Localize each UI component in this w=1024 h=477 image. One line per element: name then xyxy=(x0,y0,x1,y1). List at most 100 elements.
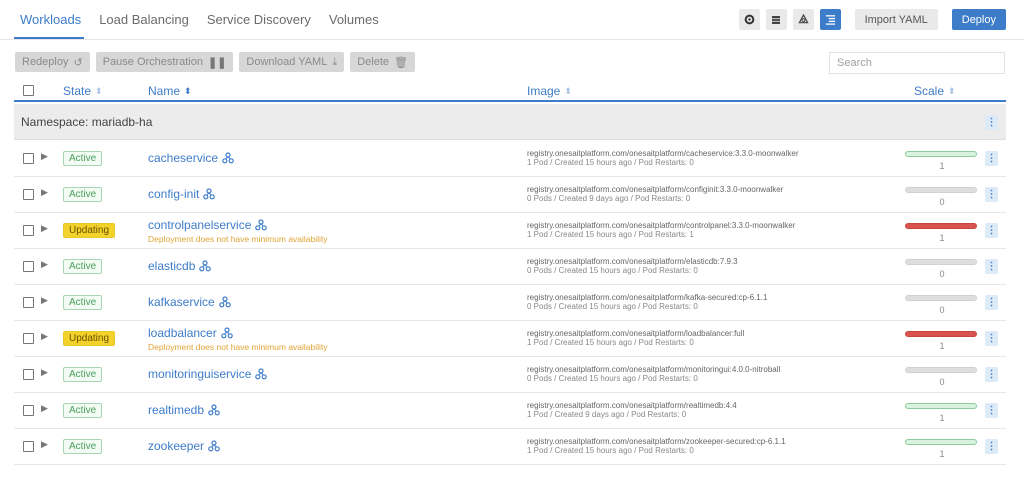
row-checkbox[interactable] xyxy=(23,369,34,380)
table-row: ▶ Active cacheservice registry.onesaitplatf… xyxy=(14,141,1006,177)
status-badge: Active xyxy=(63,439,103,454)
scale-bar xyxy=(905,259,977,265)
row-checkbox[interactable] xyxy=(23,261,34,272)
expand-row-icon[interactable]: ▶ xyxy=(41,439,48,450)
kebab-menu-icon[interactable]: ⋮ xyxy=(985,259,998,274)
status-badge: Updating xyxy=(63,223,116,238)
table-header: State ⬍ Name ⬍ Image ⬍ Scale ⬍ xyxy=(14,80,1006,102)
image-cell: registry.onesaitplatform.com/onesaitplat… xyxy=(527,401,737,419)
node-icon[interactable] xyxy=(792,9,814,30)
column-header-scale[interactable]: Scale ⬍ xyxy=(914,84,956,98)
grouped-list-icon[interactable] xyxy=(819,9,841,30)
download-yaml-button[interactable]: Download YAML ⤓ xyxy=(239,52,345,72)
search-input[interactable] xyxy=(829,52,1005,74)
image-cell: registry.onesaitplatform.com/onesaitplat… xyxy=(527,437,786,455)
kebab-menu-icon[interactable]: ⋮ xyxy=(985,295,998,310)
scale-count: 0 xyxy=(939,377,945,387)
gear-icon[interactable] xyxy=(738,9,760,30)
table-row: ▶ Active zookeeper registry.onesaitplatform… xyxy=(14,429,1006,465)
redeploy-button[interactable]: Redeploy ↺ xyxy=(15,52,90,72)
scale-bar xyxy=(905,403,977,409)
workload-name-link[interactable]: realtimedb xyxy=(148,403,220,417)
row-checkbox[interactable] xyxy=(23,297,34,308)
image-cell: registry.onesaitplatform.com/onesaitplat… xyxy=(527,221,795,239)
column-header-image[interactable]: Image ⬍ xyxy=(527,84,572,98)
tab-list: Workloads Load Balancing Service Discove… xyxy=(20,12,379,27)
table-row: ▶ Active realtimedb registry.onesaitplatfor… xyxy=(14,393,1006,429)
expand-row-icon[interactable]: ▶ xyxy=(41,331,48,342)
status-badge: Active xyxy=(63,403,103,418)
workload-icon xyxy=(208,440,220,452)
image-cell: registry.onesaitplatform.com/onesaitplat… xyxy=(527,293,767,311)
scale-count: 1 xyxy=(939,233,945,243)
pause-icon: ❚❚ xyxy=(207,56,227,69)
tab-volumes[interactable]: Volumes xyxy=(329,12,379,27)
column-header-name[interactable]: Name ⬍ xyxy=(148,84,192,98)
workload-name-link[interactable]: controlpanelservice xyxy=(148,218,268,232)
sort-descending-icon: ⬍ xyxy=(184,85,192,96)
workload-name-link[interactable]: zookeeper xyxy=(148,439,220,453)
expand-row-icon[interactable]: ▶ xyxy=(41,187,48,198)
image-name: registry.onesaitplatform.com/onesaitplat… xyxy=(527,185,784,194)
kebab-menu-icon[interactable]: ⋮ xyxy=(985,223,998,238)
workload-name: elasticdb xyxy=(148,259,196,273)
import-yaml-button[interactable]: Import YAML xyxy=(854,9,938,30)
workload-name-link[interactable]: elasticdb xyxy=(148,259,212,273)
image-name: registry.onesaitplatform.com/onesaitplat… xyxy=(527,401,737,410)
expand-row-icon[interactable]: ▶ xyxy=(41,259,48,270)
workload-name: realtimedb xyxy=(148,403,205,417)
pause-label: Pause Orchestration xyxy=(102,56,203,68)
row-checkbox[interactable] xyxy=(23,153,34,164)
workload-icon xyxy=(218,296,231,308)
workload-icon xyxy=(220,327,233,339)
expand-row-icon[interactable]: ▶ xyxy=(41,295,48,306)
workload-name-link[interactable]: loadbalancer xyxy=(148,326,233,340)
workload-name: cacheservice xyxy=(148,151,219,165)
row-checkbox[interactable] xyxy=(23,189,34,200)
status-badge: Active xyxy=(63,295,103,310)
download-label: Download YAML xyxy=(246,56,328,68)
kebab-menu-icon[interactable]: ⋮ xyxy=(985,331,998,346)
kebab-menu-icon[interactable]: ⋮ xyxy=(985,151,998,166)
image-name: registry.onesaitplatform.com/onesaitplat… xyxy=(527,329,745,338)
tab-workloads[interactable]: Workloads xyxy=(20,12,81,27)
delete-button[interactable]: Delete 🗑︎ xyxy=(350,52,415,72)
row-checkbox[interactable] xyxy=(23,405,34,416)
scale-bar xyxy=(905,439,977,445)
expand-row-icon[interactable]: ▶ xyxy=(41,151,48,162)
table-row: ▶ Active config-init registry.onesaitplatfo… xyxy=(14,177,1006,213)
workload-name: controlpanelservice xyxy=(148,218,252,232)
workload-name: config-init xyxy=(148,187,200,201)
kebab-menu-icon[interactable]: ⋮ xyxy=(985,439,998,454)
availability-warning: Deployment does not have minimum availab… xyxy=(148,234,328,244)
tab-service-discovery[interactable]: Service Discovery xyxy=(207,12,311,27)
bulk-actions: Redeploy ↺ Pause Orchestration ❚❚ Downlo… xyxy=(15,52,415,72)
kebab-menu-icon[interactable]: ⋮ xyxy=(985,115,998,130)
workload-name-link[interactable]: config-init xyxy=(148,187,216,201)
expand-row-icon[interactable]: ▶ xyxy=(41,403,48,414)
list-icon[interactable] xyxy=(765,9,787,30)
deploy-button[interactable]: Deploy xyxy=(951,9,1006,30)
status-badge: Active xyxy=(63,151,103,166)
pod-detail: 1 Pod / Created 15 hours ago / Pod Resta… xyxy=(527,338,694,347)
row-checkbox[interactable] xyxy=(23,225,34,236)
select-all-checkbox[interactable] xyxy=(23,85,34,96)
workload-name-link[interactable]: kafkaservice xyxy=(148,295,231,309)
expand-row-icon[interactable]: ▶ xyxy=(41,367,48,378)
workload-name-link[interactable]: cacheservice xyxy=(148,151,234,165)
workload-icon xyxy=(199,260,212,272)
expand-row-icon[interactable]: ▶ xyxy=(41,223,48,234)
image-cell: registry.onesaitplatform.com/onesaitplat… xyxy=(527,257,738,275)
row-checkbox[interactable] xyxy=(23,333,34,344)
kebab-menu-icon[interactable]: ⋮ xyxy=(985,403,998,418)
kebab-menu-icon[interactable]: ⋮ xyxy=(985,187,998,202)
availability-warning: Deployment does not have minimum availab… xyxy=(148,342,328,352)
scale-count: 1 xyxy=(939,341,945,351)
column-header-state[interactable]: State ⬍ xyxy=(63,84,103,98)
workload-name-link[interactable]: monitoringuiservice xyxy=(148,367,268,381)
kebab-menu-icon[interactable]: ⋮ xyxy=(985,367,998,382)
row-checkbox[interactable] xyxy=(23,441,34,452)
tab-load-balancing[interactable]: Load Balancing xyxy=(99,12,189,27)
status-badge: Updating xyxy=(63,331,116,346)
pause-orchestration-button[interactable]: Pause Orchestration ❚❚ xyxy=(95,52,234,72)
